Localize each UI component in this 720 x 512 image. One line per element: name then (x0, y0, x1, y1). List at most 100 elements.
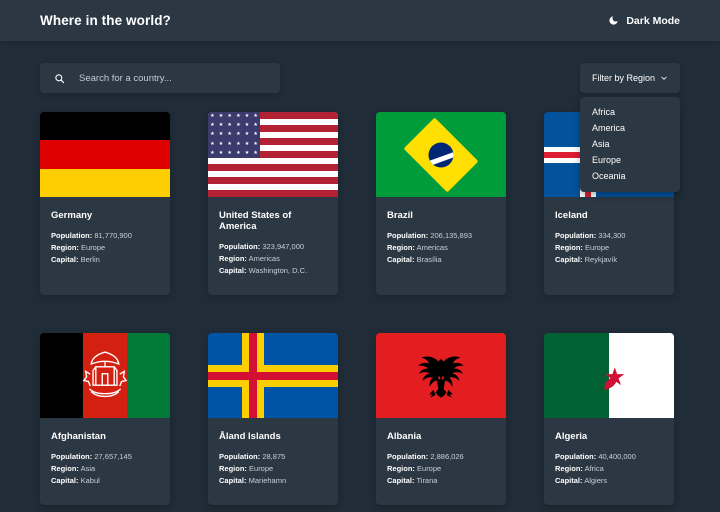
population-value: 28,875 (262, 452, 286, 461)
capital-line: Capital: Reykjavík (555, 254, 663, 266)
population-value: 81,770,900 (94, 231, 132, 240)
country-name: Åland Islands (219, 431, 281, 442)
population-line: Population: 334,300 (555, 230, 663, 242)
population-value: 334,300 (598, 231, 626, 240)
region-option-europe[interactable]: Europe (580, 152, 680, 168)
capital-line: Capital: Brasília (387, 254, 495, 266)
population-label: Population: (219, 452, 261, 461)
card-body: Albania Population: 2,886,026 Region: Eu… (376, 418, 506, 505)
region-label: Region: (387, 243, 415, 252)
country-name: Albania (387, 431, 422, 442)
capital-label: Capital: (555, 255, 583, 264)
population-value: 206,135,893 (430, 231, 473, 240)
country-name: Germany (51, 210, 93, 221)
country-card[interactable]: Afghanistan Population: 27,657,145 Regio… (40, 333, 170, 505)
region-option-america[interactable]: America (580, 120, 680, 136)
capital-label: Capital: (51, 255, 79, 264)
flag-algeria (544, 333, 674, 418)
dark-mode-label: Dark Mode (626, 14, 680, 27)
country-name: Afghanistan (51, 431, 106, 442)
population-line: Population: 27,657,145 (51, 451, 159, 463)
population-line: Population: 28,875 (219, 451, 327, 463)
region-option-africa[interactable]: Africa (580, 104, 680, 120)
flag-afghanistan (40, 333, 170, 418)
country-card[interactable]: Åland Islands Population: 28,875 Region:… (208, 333, 338, 505)
region-line: Region: Europe (51, 242, 159, 254)
region-label: Region: (387, 464, 415, 473)
capital-value: Algiers (584, 476, 608, 485)
capital-label: Capital: (555, 476, 583, 485)
region-value: Europe (585, 243, 610, 252)
afghanistan-emblem-icon (82, 350, 128, 397)
page-title: Where in the world? (40, 13, 171, 28)
capital-label: Capital: (387, 255, 415, 264)
region-line: Region: Europe (387, 463, 495, 475)
flag-usa: ★ ★ ★ ★ ★ ★ ★ ★ ★ ★ ★ ★ ★ ★ ★ ★ ★ ★ ★ ★ ★ ★ ★ ★ ★ ★ ★ ★ ★ ★ (208, 112, 338, 197)
card-body: Germany Population: 81,770,900 Region: E… (40, 197, 170, 284)
capital-label: Capital: (51, 476, 79, 485)
capital-label: Capital: (387, 476, 415, 485)
population-value: 40,400,000 (598, 452, 636, 461)
flag-brazil (376, 112, 506, 197)
country-card[interactable]: ★ ★ ★ ★ ★ ★ ★ ★ ★ ★ ★ ★ ★ ★ ★ ★ ★ ★ ★ ★ ★ ★ ★ ★ ★ ★ ★ ★ ★ ★ Unite… (208, 112, 338, 295)
region-label: Region: (219, 464, 247, 473)
country-card[interactable]: Algeria Population: 40,400,000 Region: A… (544, 333, 674, 505)
dark-mode-toggle[interactable]: Dark Mode (608, 15, 680, 27)
population-value: 323,947,000 (262, 242, 305, 251)
capital-value: Berlin (80, 255, 100, 264)
country-card[interactable]: Brazil Population: 206,135,893 Region: A… (376, 112, 506, 295)
region-line: Region: Africa (555, 463, 663, 475)
country-card[interactable]: Germany Population: 81,770,900 Region: E… (40, 112, 170, 295)
population-value: 2,886,026 (430, 452, 464, 461)
population-label: Population: (387, 452, 429, 461)
capital-line: Capital: Mariehamn (219, 475, 327, 487)
card-body: Algeria Population: 40,400,000 Region: A… (544, 418, 674, 505)
search-box[interactable] (40, 63, 280, 93)
capital-value: Washington, D.C. (248, 266, 308, 275)
card-body: Brazil Population: 206,135,893 Region: A… (376, 197, 506, 284)
region-value: Americas (416, 243, 448, 252)
card-body: United States of America Population: 323… (208, 197, 338, 295)
region-value: Africa (584, 464, 604, 473)
population-value: 27,657,145 (94, 452, 132, 461)
card-body: Åland Islands Population: 28,875 Region:… (208, 418, 338, 505)
region-filter-button[interactable]: Filter by Region (580, 63, 680, 93)
region-option-oceania[interactable]: Oceania (580, 168, 680, 184)
region-value: Europe (417, 464, 442, 473)
region-filter-menu: Africa America Asia Europe Oceania (580, 97, 680, 192)
population-label: Population: (51, 231, 93, 240)
region-label: Region: (51, 464, 79, 473)
country-name: Brazil (387, 210, 413, 221)
region-line: Region: Americas (219, 253, 327, 265)
card-body: Iceland Population: 334,300 Region: Euro… (544, 197, 674, 284)
flag-germany (40, 112, 170, 197)
algeria-crescent-star-icon (590, 362, 625, 389)
population-line: Population: 40,400,000 (555, 451, 663, 463)
region-line: Region: Europe (555, 242, 663, 254)
region-value: Europe (249, 464, 274, 473)
population-label: Population: (51, 452, 93, 461)
capital-line: Capital: Washington, D.C. (219, 265, 327, 277)
country-name: United States of America (219, 210, 292, 232)
albania-eagle-icon (418, 356, 464, 398)
search-input[interactable] (79, 72, 266, 84)
region-line: Region: Americas (387, 242, 495, 254)
population-line: Population: 206,135,893 (387, 230, 495, 242)
capital-value: Tirana (416, 476, 438, 485)
controls-bar: Filter by Region Africa America Asia Eur… (0, 41, 720, 192)
capital-label: Capital: (219, 476, 247, 485)
population-line: Population: 81,770,900 (51, 230, 159, 242)
capital-value: Brasília (416, 255, 442, 264)
region-value: Asia (80, 464, 96, 473)
card-body: Afghanistan Population: 27,657,145 Regio… (40, 418, 170, 505)
capital-value: Reykjavík (584, 255, 618, 264)
region-value: Americas (248, 254, 280, 263)
population-line: Population: 2,886,026 (387, 451, 495, 463)
region-label: Region: (555, 464, 583, 473)
population-label: Population: (387, 231, 429, 240)
country-name: Algeria (555, 431, 588, 442)
region-option-asia[interactable]: Asia (580, 136, 680, 152)
chevron-down-icon (661, 76, 667, 80)
country-card[interactable]: Albania Population: 2,886,026 Region: Eu… (376, 333, 506, 505)
usa-canton: ★ ★ ★ ★ ★ ★ ★ ★ ★ ★ ★ ★ ★ ★ ★ ★ ★ ★ ★ ★ ★ ★ ★ ★ ★ ★ ★ ★ ★ ★ (208, 112, 260, 158)
